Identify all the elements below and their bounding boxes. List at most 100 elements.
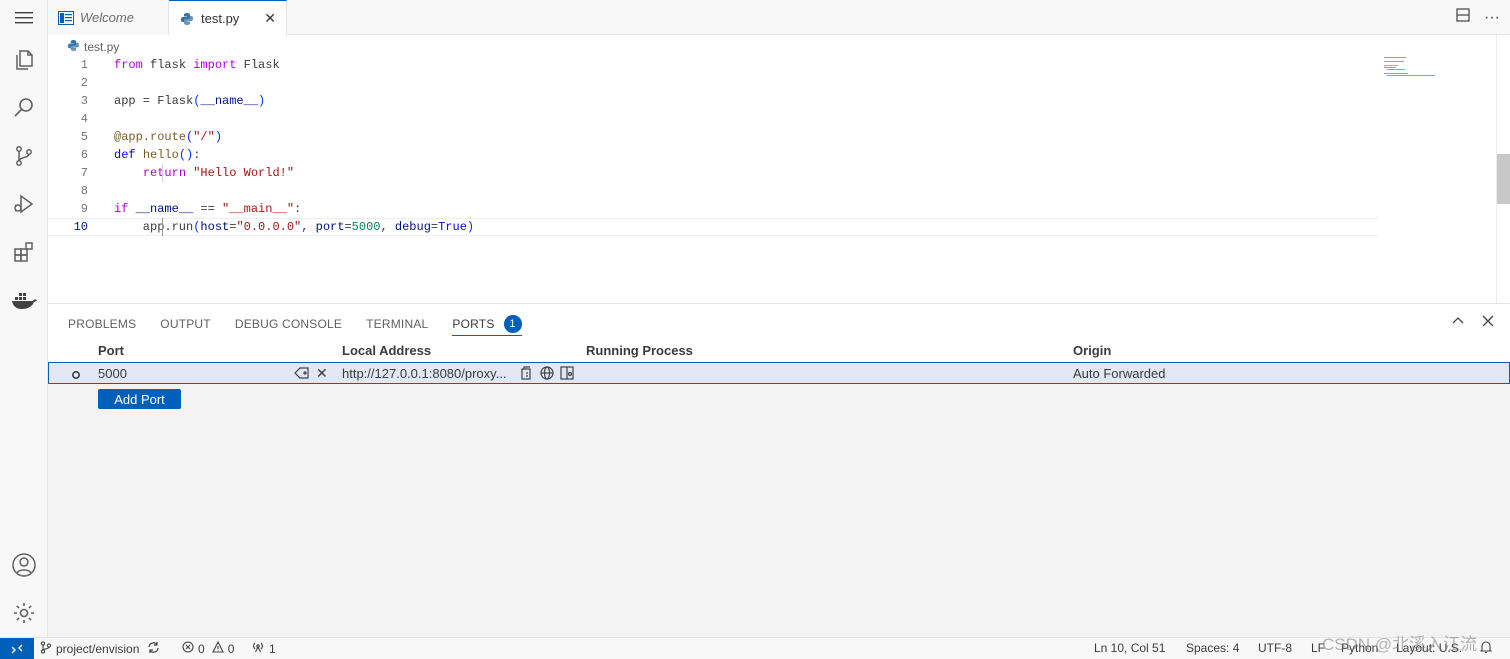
code-text: def hello(): [114,148,201,162]
status-bar: project/envision 0 0 1 Ln 10, Col 51 Spa… [0,635,1510,659]
code-line: 8 [48,182,1378,200]
activity-bar [0,0,48,637]
tab-ports[interactable]: PORTS 1 [452,312,522,336]
settings-gear-icon[interactable] [0,589,48,637]
label-port-icon[interactable] [294,366,310,383]
ports-table-header: Port Local Address Running Process Origi… [48,341,1510,361]
python-icon [179,11,195,27]
port-origin: Auto Forwarded [1073,366,1166,381]
docker-icon[interactable] [0,276,48,324]
code-line-current: 10 app.run(host="0.0.0.0", port=5000, de… [48,218,1378,236]
line-number: 2 [80,76,88,90]
tab-welcome[interactable]: Welcome [48,0,169,35]
code-line: 7 return "Hello World!" [48,164,1378,182]
vscode-welcome-icon [58,10,74,26]
explorer-icon[interactable] [0,36,48,84]
code-text: if __name__ == "__main__": [114,202,302,216]
stop-forwarding-icon[interactable]: ✕ [316,365,328,382]
ports-count-badge: 1 [503,314,522,333]
panel-actions [1452,314,1494,332]
column-header-origin[interactable]: Origin [1073,343,1111,358]
indentation[interactable]: Spaces: 4 [1186,641,1239,655]
code-line: 9 if __name__ == "__main__": [48,200,1378,218]
code-line: 1 from flask import Flask [48,56,1378,74]
tab-label: test.py [201,11,240,26]
panel-tabs: PROBLEMS OUTPUT DEBUG CONSOLE TERMINAL P… [68,312,522,336]
tab-output[interactable]: OUTPUT [160,312,211,336]
code-text: @app.route("/") [114,130,223,144]
column-header-running-process[interactable]: Running Process [586,343,693,358]
breadcrumb: test.py [68,38,119,56]
column-header-port[interactable]: Port [98,343,124,358]
error-icon [182,641,194,656]
cursor-position[interactable]: Ln 10, Col 51 [1094,641,1165,655]
local-address[interactable]: http://127.0.0.1:8080/proxy... [342,366,507,381]
warning-icon [211,640,224,656]
code-text: app = Flask(__name__) [114,94,266,108]
add-port-button[interactable]: Add Port [98,389,181,409]
extensions-icon[interactable] [0,228,48,276]
error-count: 0 [198,641,205,656]
port-number: 5000 [98,366,127,381]
more-actions-icon[interactable]: ··· [1484,9,1500,27]
code-editor[interactable]: 1 from flask import Flask 2 3 app = Flas… [48,56,1498,302]
ports-empty-area [48,414,1510,638]
editor-actions: ··· [1456,0,1500,35]
minimap[interactable] [1384,56,1444,86]
open-in-browser-icon[interactable] [540,366,554,383]
line-number: 7 [80,166,88,180]
account-icon[interactable] [0,541,48,589]
encoding[interactable]: UTF-8 [1258,641,1292,655]
close-icon[interactable]: ✕ [264,10,276,27]
line-number: 10 [73,220,88,234]
split-editor-icon[interactable] [1456,8,1470,27]
code-line: 5 @app.route("/") [48,128,1378,146]
editor-scrollbar-thumb[interactable] [1497,154,1510,204]
port-status-icon [71,368,81,383]
close-panel-icon[interactable] [1482,314,1494,332]
tab-terminal[interactable]: TERMINAL [366,312,428,336]
code-text: app.run(host="0.0.0.0", port=5000, debug… [114,220,475,234]
indent-guide [162,218,163,236]
menu-icon[interactable] [0,0,48,36]
tab-test-py[interactable]: test.py ✕ [169,0,287,36]
column-header-local-address[interactable]: Local Address [342,343,431,358]
breadcrumb-file[interactable]: test.py [84,40,119,54]
tab-debug-console[interactable]: DEBUG CONSOLE [235,312,342,336]
bottom-panel: PROBLEMS OUTPUT DEBUG CONSOLE TERMINAL P… [48,303,1510,638]
vscode-window: Welcome test.py ✕ ··· test.py 1 from fla… [0,0,1510,659]
code-line: 6 def hello(): [48,146,1378,164]
line-number: 1 [80,58,88,72]
run-debug-icon[interactable] [0,180,48,228]
watermark: CSDN @北溪入江流 [1322,635,1478,654]
python-icon [68,40,79,54]
copy-address-icon[interactable] [520,366,534,383]
code-line: 4 [48,110,1378,128]
tab-label: Welcome [80,10,134,25]
remote-indicator[interactable] [0,638,34,659]
sync-icon[interactable] [147,641,160,657]
search-icon[interactable] [0,84,48,132]
line-number: 3 [80,94,88,108]
code-line: 2 [48,74,1378,92]
forwarded-ports-count: 1 [269,641,276,656]
problems-indicator[interactable]: 0 0 [182,640,235,656]
warning-count: 0 [227,641,235,656]
ports-table-row[interactable]: 5000 ✕ http://127.0.0.1:8080/proxy... Au… [48,362,1510,384]
line-number: 8 [80,184,88,198]
git-branch-icon [40,641,52,657]
notifications-icon[interactable] [1480,641,1492,654]
tab-problems[interactable]: PROBLEMS [68,312,136,336]
maximize-panel-icon[interactable] [1452,314,1464,332]
forwarded-ports-indicator[interactable]: 1 [251,641,276,656]
line-number: 6 [80,148,88,162]
radio-tower-icon [251,641,265,656]
code-line: 3 app = Flask(__name__) [48,92,1378,110]
line-number: 4 [80,112,88,126]
branch-indicator[interactable]: project/envision [40,641,160,657]
ports-add-row [48,384,1510,414]
code-text: return "Hello World!" [142,166,295,180]
branch-name: project/envision [56,642,140,656]
source-control-icon[interactable] [0,132,48,180]
preview-in-editor-icon[interactable] [560,366,574,383]
